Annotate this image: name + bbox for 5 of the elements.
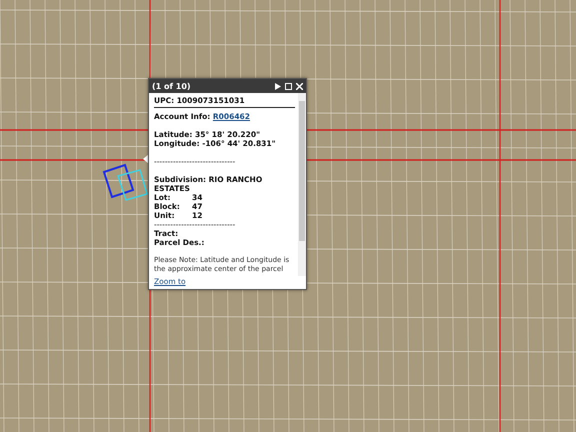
popup-title: (1 of 10) — [152, 82, 192, 90]
maximize-icon[interactable] — [285, 82, 292, 90]
play-icon[interactable] — [275, 82, 281, 90]
scrollbar[interactable] — [298, 93, 306, 276]
close-icon[interactable] — [296, 82, 303, 90]
